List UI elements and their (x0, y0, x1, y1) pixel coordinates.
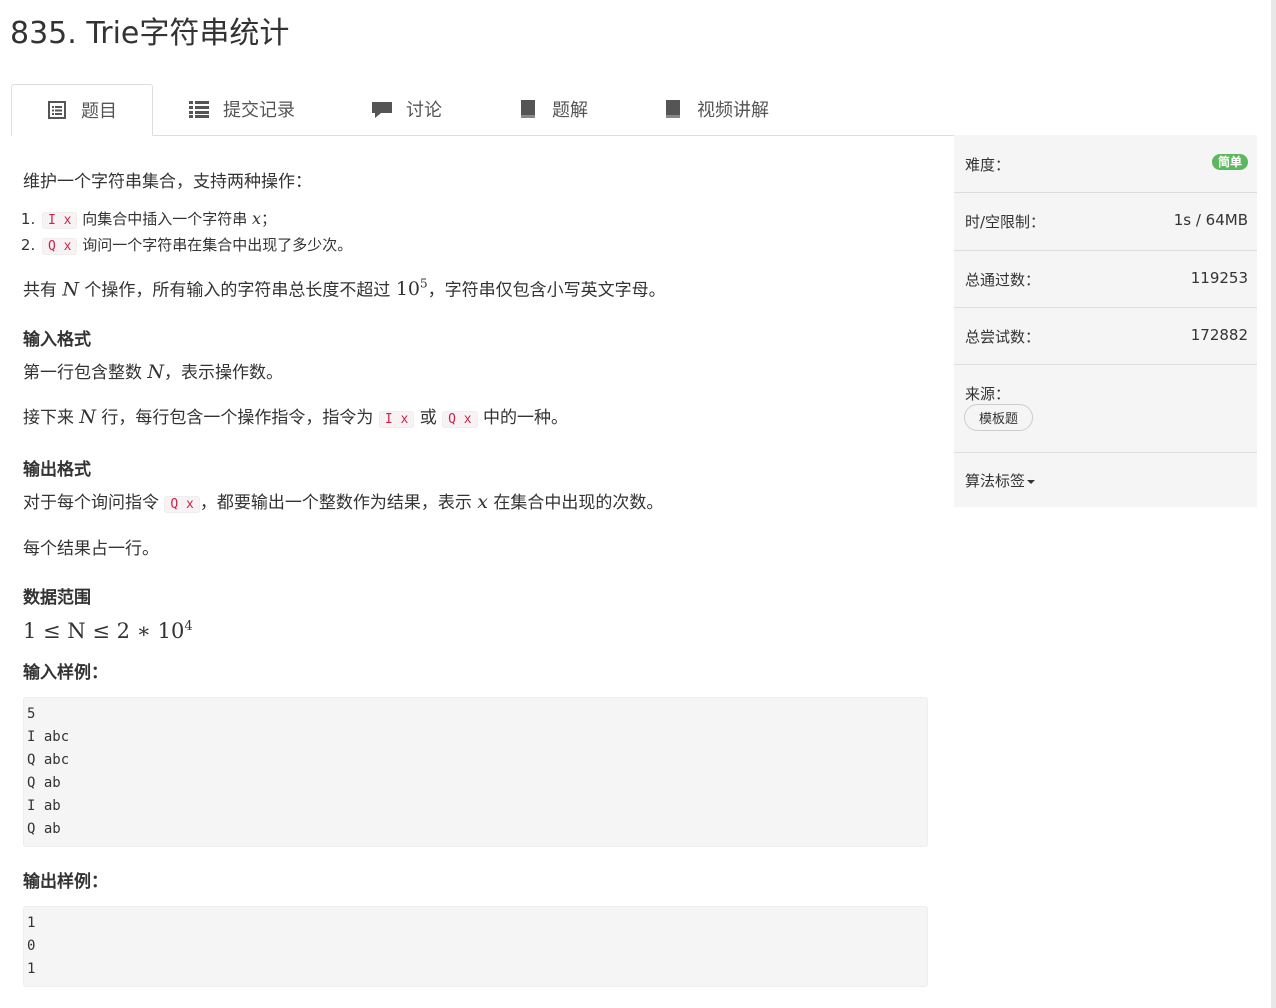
passed-value: 119253 (1190, 269, 1248, 287)
problem-sidebar: 难度： 简单 时/空限制： 1s / 64MB 总通过数： 119253 总尝试… (954, 135, 1257, 507)
tab-submissions[interactable]: 提交记录 (189, 84, 295, 134)
text: ，表示操作数。 (164, 363, 284, 384)
algorithm-tags-toggle[interactable]: 算法标签 (965, 470, 1036, 491)
tab-video[interactable]: 视频讲解 (663, 84, 769, 134)
text: 第一行包含整数 (23, 363, 148, 384)
text: 或 (414, 408, 443, 429)
tab-solutions[interactable]: 题解 (518, 84, 588, 134)
difficulty-label: 难度： (965, 156, 1011, 174)
math-var: N (79, 406, 97, 429)
text: 共有 (23, 280, 63, 301)
limit-row: 时/空限制： 1s / 64MB (954, 193, 1257, 251)
passed-row: 总通过数： 119253 (954, 251, 1257, 308)
sample-input-code: 5 I abc Q abc Q ab I ab Q ab (23, 697, 928, 848)
tab-label: 提交记录 (223, 100, 295, 121)
inline-code: Q x (42, 238, 78, 255)
sample-output-code: 1 0 1 (23, 906, 928, 988)
output-line-2: 每个结果占一行。 (23, 539, 159, 560)
limit-label: 时/空限制： (965, 213, 1046, 231)
list-item: I x 向集合中插入一个字符串 x； (40, 207, 928, 233)
tab-discussion[interactable]: 讨论 (372, 84, 442, 134)
problem-intro: 维护一个字符串集合，支持两种操作： (23, 172, 312, 192)
input-line-2: 接下来 N 行，每行包含一个操作指令，指令为 I x 或 Q x 中的一种。 (23, 404, 928, 433)
math-number: 10 (395, 278, 421, 301)
inline-code: I x (378, 411, 415, 429)
source-tag[interactable]: 模板题 (964, 404, 1034, 431)
tab-label: 讨论 (406, 100, 442, 121)
text: 在集合中出现的次数。 (488, 493, 664, 514)
math-var: N (147, 361, 165, 384)
list-icon (189, 99, 209, 119)
problem-content: 维护一个字符串集合，支持两种操作： I x 向集合中插入一个字符串 x； Q x… (23, 160, 928, 988)
text: 行，每行包含一个操作指令，指令为 (96, 408, 379, 429)
math-var: x (477, 491, 489, 514)
math-exponent: 5 (420, 277, 428, 291)
sample-output-heading: 输出样例： (23, 872, 108, 893)
tab-label: 题解 (552, 100, 588, 121)
inline-code: Q x (442, 411, 478, 429)
operation-list: I x 向集合中插入一个字符串 x； Q x 询问一个字符串在集合中出现了多少次… (23, 207, 928, 259)
scrollbar[interactable] (1271, 0, 1276, 1008)
tags-row[interactable]: 算法标签 (954, 453, 1257, 507)
list-item-text: 询问一个字符串在集合中出现了多少次。 (82, 236, 353, 254)
book-icon (518, 99, 538, 119)
page-title: 835. Trie字符串统计 (10, 16, 290, 51)
tried-label: 总尝试数： (965, 328, 1041, 346)
text: ，都要输出一个整数作为结果，表示 (199, 493, 478, 514)
tab-problem[interactable]: 题目 (11, 84, 153, 136)
math-var: N (62, 278, 80, 301)
difficulty-badge: 简单 (1211, 154, 1248, 170)
constraint-text: 共有 N 个操作，所有输入的字符串总长度不超过 105，字符串仅包含小写英文字母… (23, 271, 928, 303)
text: ，字符串仅包含小写英文字母。 (427, 280, 666, 301)
list-item: Q x 询问一个字符串在集合中出现了多少次。 (40, 233, 928, 259)
tab-label: 题目 (81, 101, 117, 122)
list-alt-icon (47, 100, 67, 120)
input-line-1: 第一行包含整数 N，表示操作数。 (23, 359, 928, 386)
problem-tabs: 题目 提交记录 讨论 题解 视频讲解 (11, 84, 1257, 136)
text: 个操作，所有输入的字符串总长度不超过 (79, 280, 396, 301)
caret-down-icon (1027, 479, 1036, 484)
tab-label: 视频讲解 (697, 100, 769, 121)
book-icon (663, 99, 683, 119)
math-expression: 1 ≤ N ≤ 2 ∗ 10 (23, 619, 185, 644)
source-row: 来源： 模板题 (954, 365, 1257, 453)
output-format-heading: 输出格式 (23, 460, 91, 481)
difficulty-row: 难度： 简单 (954, 135, 1257, 193)
tried-value: 172882 (1190, 326, 1248, 344)
output-line-1: 对于每个询问指令 Q x ，都要输出一个整数作为结果，表示 x 在集合中出现的次数… (23, 489, 928, 518)
limit-value: 1s / 64MB (1173, 211, 1248, 229)
text: 中的一种。 (477, 408, 569, 429)
source-label: 来源： (965, 385, 1011, 403)
algorithm-tags-label: 算法标签 (965, 472, 1026, 490)
list-item-text: 向集合中插入一个字符串 (82, 210, 253, 228)
math-exponent: 4 (184, 619, 193, 635)
passed-label: 总通过数： (965, 271, 1041, 289)
comment-icon (372, 99, 392, 119)
range-formula: 1 ≤ N ≤ 2 ∗ 104 (23, 614, 928, 644)
range-heading: 数据范围 (23, 588, 91, 609)
sample-input-heading: 输入样例： (23, 663, 108, 684)
inline-code: I x (42, 212, 78, 229)
text: 接下来 (23, 408, 80, 429)
tried-row: 总尝试数： 172882 (954, 308, 1257, 365)
input-format-heading: 输入格式 (23, 330, 91, 351)
text: 对于每个询问指令 (23, 493, 165, 514)
math-var: x (252, 209, 262, 228)
inline-code: Q x (164, 496, 200, 514)
list-item-text: ； (261, 210, 277, 228)
